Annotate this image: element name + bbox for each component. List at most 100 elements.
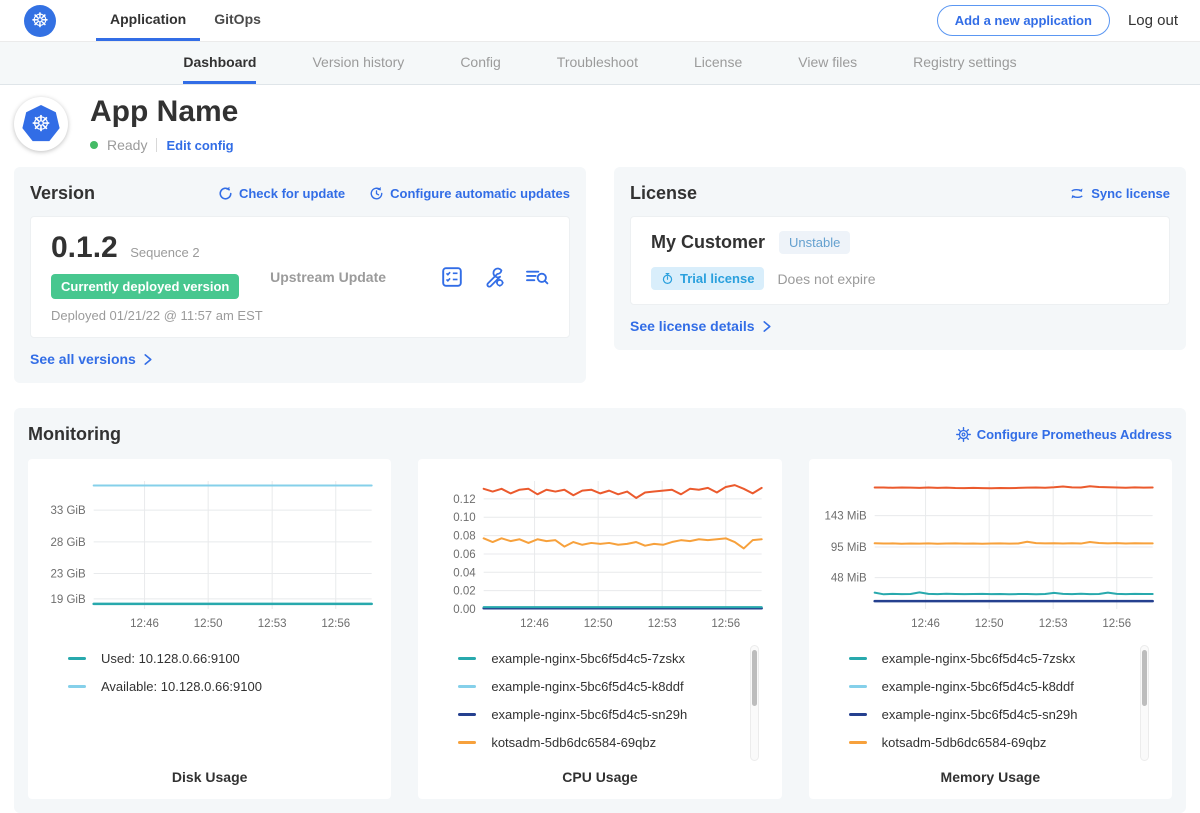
logout-button[interactable]: Log out <box>1128 12 1178 29</box>
sync-license-link[interactable]: Sync license <box>1069 186 1170 201</box>
chart-svg: 19 GiB23 GiB28 GiB33 GiB12:4612:5012:531… <box>38 473 381 635</box>
x-axis-label: 12:50 <box>974 618 1003 630</box>
y-axis-label: 23 GiB <box>50 569 85 581</box>
y-axis-label: 0.04 <box>454 567 477 579</box>
monitoring-title: Monitoring <box>28 424 121 445</box>
topnav-tab-gitops[interactable]: GitOps <box>200 0 275 41</box>
x-axis-label: 12:46 <box>911 618 940 630</box>
kubernetes-app-icon: ☸ <box>22 105 60 143</box>
y-axis-label: 0.12 <box>454 494 476 506</box>
status-label: Ready <box>107 137 147 153</box>
page-title: App Name <box>90 95 238 128</box>
chart-svg: 48 MiB95 MiB143 MiB12:4612:5012:5312:56 <box>819 473 1162 635</box>
series-line <box>484 485 762 498</box>
tab-troubleshoot[interactable]: Troubleshoot <box>557 42 638 84</box>
x-axis-label: 12:53 <box>1038 618 1067 630</box>
monitoring-card: Monitoring Configure Prometheus Address <box>14 408 1186 813</box>
legend-label: example-nginx-5bc6f5d4c5-k8ddf <box>882 679 1074 694</box>
y-axis-label: 48 MiB <box>831 573 867 585</box>
tab-registry-settings[interactable]: Registry settings <box>913 42 1016 84</box>
expiry-label: Does not expire <box>777 271 875 287</box>
y-axis-label: 33 GiB <box>50 505 85 517</box>
preflight-checks-icon[interactable] <box>441 266 463 288</box>
x-axis-label: 12:56 <box>712 618 741 630</box>
link-label: Check for update <box>239 186 345 201</box>
version-card: Version Check for update Configure au <box>14 167 586 383</box>
version-card-title: Version <box>30 183 95 204</box>
refresh-icon <box>218 186 233 201</box>
legend-item: example-nginx-5bc6f5d4c5-k8ddf <box>458 679 771 694</box>
legend-color-dash <box>849 657 867 660</box>
legend-scrollbar-thumb[interactable] <box>752 650 757 706</box>
legend-label: example-nginx-5bc6f5d4c5-sn29h <box>491 707 687 722</box>
sync-arrows-icon <box>1069 186 1085 201</box>
topnav-tab-label: GitOps <box>214 11 261 27</box>
y-axis-label: 0.02 <box>454 586 476 598</box>
legend-item: kotsadm-5db6dc6584-69qbz <box>849 735 1162 750</box>
x-axis-label: 12:46 <box>130 618 159 630</box>
disk-usage-chart-card: 19 GiB23 GiB28 GiB33 GiB12:4612:5012:531… <box>28 459 391 799</box>
legend-color-dash <box>458 741 476 744</box>
legend-scrollbar[interactable] <box>750 645 759 761</box>
legend-scrollbar-thumb[interactable] <box>1142 650 1147 706</box>
view-logs-icon[interactable] <box>525 266 549 288</box>
add-new-application-button[interactable]: Add a new application <box>937 5 1110 36</box>
disk-usage-plot: 19 GiB23 GiB28 GiB33 GiB12:4612:5012:531… <box>38 473 381 635</box>
x-axis-label: 12:56 <box>1102 618 1131 630</box>
legend-item: example-nginx-5bc6f5d4c5-k8ddf <box>849 679 1162 694</box>
legend-label: example-nginx-5bc6f5d4c5-7zskx <box>882 651 1076 666</box>
app-avatar: ☸ <box>14 97 68 151</box>
edit-config-link[interactable]: Edit config <box>166 138 233 153</box>
deployed-badge: Currently deployed version <box>51 274 239 299</box>
legend-label: example-nginx-5bc6f5d4c5-sn29h <box>882 707 1078 722</box>
see-license-details-link[interactable]: See license details <box>630 318 773 334</box>
memory-usage-plot: 48 MiB95 MiB143 MiB12:4612:5012:5312:56 <box>819 473 1162 635</box>
legend-item: example-nginx-5bc6f5d4c5-sn29h <box>458 707 771 722</box>
configure-automatic-updates-link[interactable]: Configure automatic updates <box>369 186 570 201</box>
x-axis-label: 12:50 <box>194 618 223 630</box>
x-axis-label: 12:46 <box>521 618 550 630</box>
brand[interactable]: ☸ <box>24 0 56 41</box>
check-for-update-link[interactable]: Check for update <box>218 186 345 201</box>
y-axis-label: 19 GiB <box>50 594 85 606</box>
chevron-right-icon <box>142 353 154 366</box>
x-axis-label: 12:53 <box>258 618 287 630</box>
version-number: 0.1.2 <box>51 231 118 264</box>
configure-prometheus-link[interactable]: Configure Prometheus Address <box>956 427 1172 442</box>
legend-label: kotsadm-5db6dc6584-69qbz <box>882 735 1047 750</box>
license-card: License Sync license My Customer Unstabl… <box>614 167 1186 350</box>
license-card-title: License <box>630 183 697 204</box>
series-line <box>484 538 762 548</box>
tab-version-history[interactable]: Version history <box>312 42 404 84</box>
legend-label: kotsadm-5db6dc6584-69qbz <box>491 735 656 750</box>
customer-name: My Customer <box>651 232 765 253</box>
chart-svg: 0.000.020.040.060.080.100.1212:4612:5012… <box>428 473 771 635</box>
tab-dashboard[interactable]: Dashboard <box>183 42 256 84</box>
channel-badge: Unstable <box>779 231 850 254</box>
topnav-tab-application[interactable]: Application <box>96 0 200 41</box>
chart-title: Disk Usage <box>38 769 381 791</box>
legend-color-dash <box>458 657 476 660</box>
tab-license[interactable]: License <box>694 42 742 84</box>
cpu-usage-plot: 0.000.020.040.060.080.100.1212:4612:5012… <box>428 473 771 635</box>
see-all-versions-link[interactable]: See all versions <box>30 351 154 367</box>
y-axis-label: 0.10 <box>454 512 476 524</box>
legend-item: example-nginx-5bc6f5d4c5-7zskx <box>849 651 1162 666</box>
legend-item: example-nginx-5bc6f5d4c5-sn29h <box>849 707 1162 722</box>
legend-scrollbar[interactable] <box>1140 645 1149 761</box>
tab-view-files[interactable]: View files <box>798 42 857 84</box>
legend-item: Used: 10.128.0.66:9100 <box>68 651 381 666</box>
license-details-panel: My Customer Unstable Trial license Does … <box>630 216 1170 305</box>
gear-icon <box>956 427 971 442</box>
x-axis-label: 12:50 <box>584 618 613 630</box>
config-wrench-icon[interactable] <box>483 266 505 288</box>
y-axis-label: 0.08 <box>454 531 476 543</box>
app-sub-nav: Dashboard Version history Config Trouble… <box>0 42 1200 85</box>
release-type-label: Upstream Update <box>270 269 441 285</box>
cpu-usage-chart-card: 0.000.020.040.060.080.100.1212:4612:5012… <box>418 459 781 799</box>
tab-config[interactable]: Config <box>460 42 500 84</box>
y-axis-label: 0.00 <box>454 604 476 616</box>
current-version-panel: 0.1.2 Sequence 2 Currently deployed vers… <box>30 216 570 338</box>
link-label: See all versions <box>30 351 136 367</box>
series-line <box>874 542 1152 544</box>
